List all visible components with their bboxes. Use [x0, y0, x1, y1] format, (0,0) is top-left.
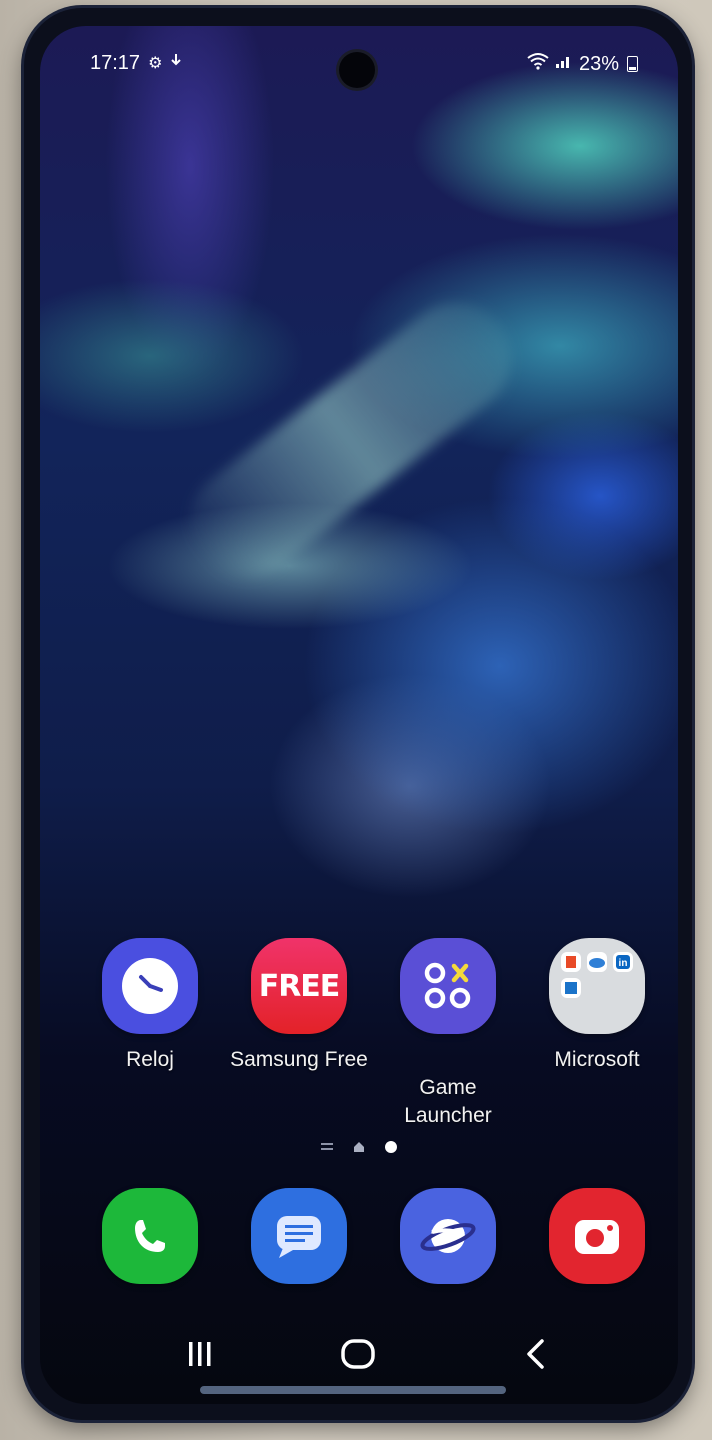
- status-left: 17:17 ⚙: [90, 52, 182, 75]
- status-right: 23%: [527, 52, 638, 76]
- recents-button[interactable]: [160, 1326, 240, 1386]
- recents-icon: [183, 1339, 217, 1374]
- free-icon: FREE: [251, 938, 347, 1034]
- gesture-bar: [200, 1386, 506, 1394]
- home-icon: [340, 1338, 376, 1375]
- folder-icon: in: [549, 938, 645, 1034]
- home-page-icon[interactable]: [352, 1140, 366, 1159]
- app-label: Game Launcher: [373, 1046, 523, 1130]
- download-icon: [170, 53, 182, 75]
- clock-icon: [102, 938, 198, 1034]
- svg-text:in: in: [619, 958, 628, 969]
- home-button[interactable]: [318, 1326, 398, 1386]
- status-bar: 17:17 ⚙ 23%: [40, 52, 678, 82]
- camera-icon[interactable]: [549, 1188, 645, 1284]
- current-page-dot[interactable]: [384, 1140, 398, 1159]
- app-grid: Reloj FREE Samsung Free Game Launcher in…: [60, 938, 660, 1127]
- internet-icon[interactable]: [400, 1188, 496, 1284]
- menu-page-icon[interactable]: [320, 1140, 334, 1158]
- home-screen: 17:17 ⚙ 23% Reloj FREE Samsung Free Game…: [40, 26, 678, 1404]
- app-label-text: Game Launcher: [404, 1076, 492, 1127]
- back-icon: [521, 1338, 551, 1375]
- status-time: 17:17: [90, 52, 141, 74]
- page-indicator: [40, 1140, 678, 1159]
- app-label: Microsoft: [554, 1048, 640, 1071]
- app-game-launcher[interactable]: Game Launcher: [373, 938, 523, 1130]
- app-microsoft-folder[interactable]: in Microsoft: [522, 938, 672, 1074]
- dock: [60, 1188, 660, 1288]
- signal-icon: [555, 53, 573, 75]
- gear-icon: ⚙: [148, 54, 163, 72]
- battery-icon: [627, 56, 638, 72]
- phone-frame: 17:17 ⚙ 23% Reloj FREE Samsung Free Game…: [24, 8, 692, 1420]
- app-label: Reloj: [126, 1048, 174, 1071]
- back-button[interactable]: [496, 1326, 576, 1386]
- phone-icon[interactable]: [102, 1188, 198, 1284]
- navigation-bar: [40, 1326, 678, 1386]
- app-reloj[interactable]: Reloj: [75, 938, 225, 1074]
- messages-icon[interactable]: [251, 1188, 347, 1284]
- app-samsung-free[interactable]: FREE Samsung Free: [224, 938, 374, 1074]
- free-icon-text: FREE: [258, 968, 341, 1004]
- battery-percentage: 23%: [578, 52, 619, 75]
- wifi-icon: [527, 52, 549, 76]
- app-label: Samsung Free: [230, 1048, 368, 1071]
- game-launcher-icon: [400, 938, 496, 1034]
